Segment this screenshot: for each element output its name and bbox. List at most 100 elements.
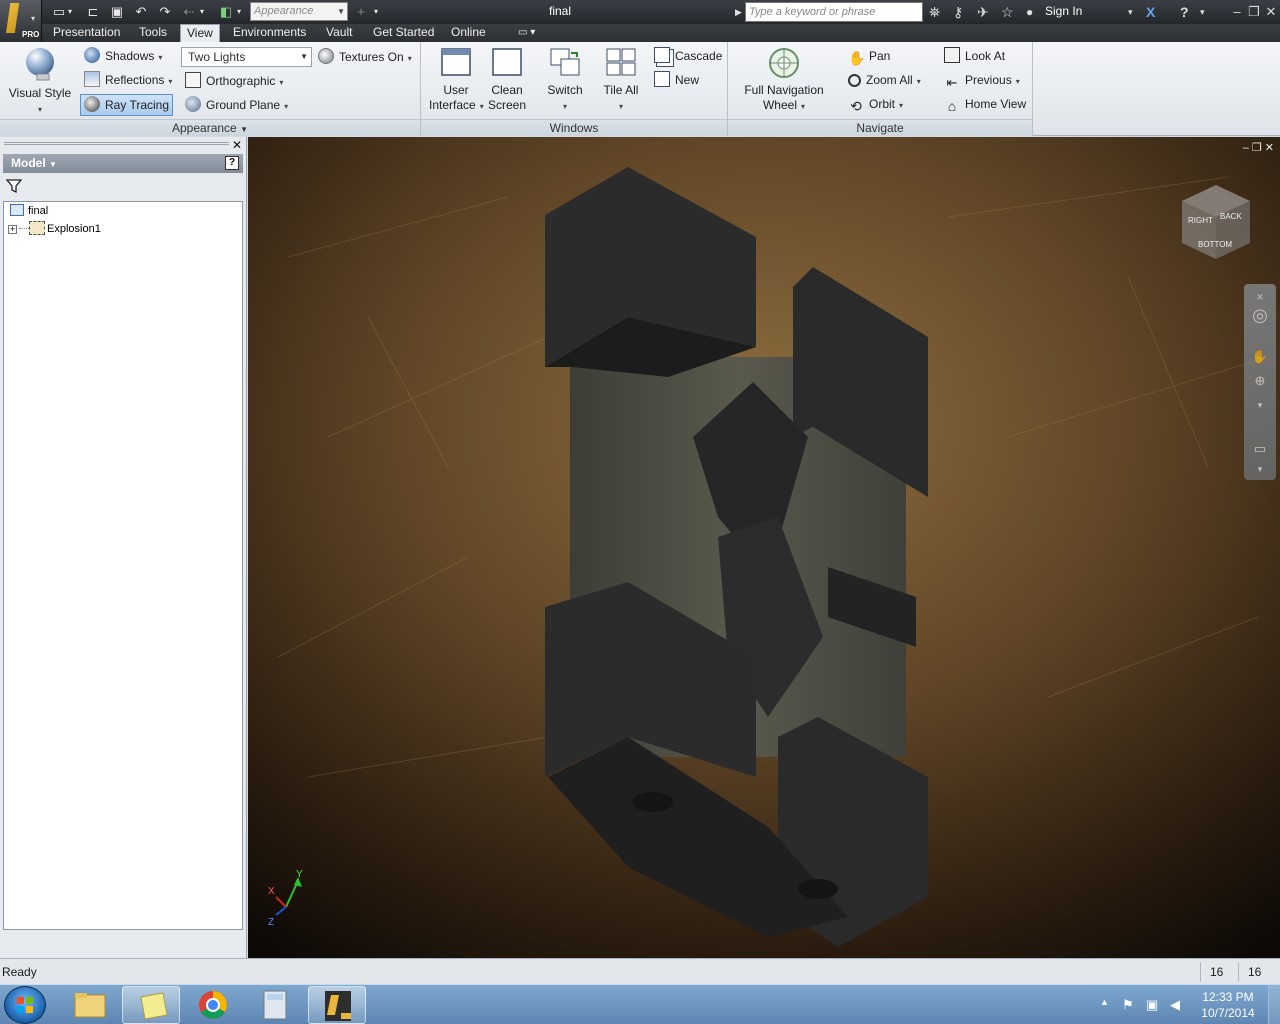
taskbar-explorer[interactable] [60,986,118,1024]
plus-icon[interactable]: + [352,3,370,21]
chevron-down-icon[interactable]: ▾ [68,3,72,21]
search-input[interactable]: Type a keyword or phrase [745,2,923,22]
exchange-apps-icon[interactable]: X [1146,3,1155,21]
expand-plus-icon[interactable]: + [8,225,17,234]
taskbar-sticky-notes[interactable] [122,986,180,1024]
full-navigation-wheel-button[interactable]: Full Navigation Wheel ▾ [736,47,832,114]
restore-icon[interactable]: ❐ [1247,3,1261,21]
chevron-down-icon[interactable]: ▾ [200,3,204,21]
binoculars-icon[interactable]: ⛯ [929,3,940,21]
visual-style-button[interactable]: Visual Style ▾ [6,46,74,117]
tile-all-icon [606,48,636,76]
show-desktop-button[interactable] [1268,985,1280,1024]
steering-wheel-icon[interactable]: ◎ [1251,306,1269,324]
help-icon[interactable]: ? [1180,3,1189,21]
user-interface-button[interactable]: User Interface ▾ [429,47,484,114]
start-button[interactable] [4,986,46,1024]
undo-icon[interactable]: ↶ [132,3,150,21]
tab-environments[interactable]: Environments [227,24,312,42]
taskbar-calculator[interactable] [246,986,304,1024]
textures-label: Textures On [339,50,404,64]
orthographic-button[interactable]: Orthographic ▾ [185,72,283,92]
reflections-icon [84,71,100,87]
model-browser-header[interactable]: Model ▼ ? [3,154,243,173]
filter-icon[interactable] [6,179,22,193]
zoom-icon[interactable]: ⊕ [1251,372,1269,390]
action-center-flag-icon[interactable]: ⚑ [1122,997,1134,1013]
navbar-close-icon[interactable]: ✕ [1251,288,1269,306]
tab-presentation[interactable]: Presentation [47,24,126,42]
chevron-down-icon[interactable]: ▾ [1128,3,1133,21]
switch-window-button[interactable]: Switch ▾ [543,47,587,114]
look-at-button[interactable]: Look At [944,47,1005,65]
folder-icon [74,993,106,1018]
previous-view-button[interactable]: ⇤ Previous ▾ [944,71,1020,91]
ray-tracing-button[interactable]: Ray Tracing [80,94,174,116]
chevron-down-icon[interactable]: ▾ [1251,396,1269,414]
appearance-dropdown[interactable]: Appearance ▼ [250,2,348,21]
taskbar-clock[interactable]: 12:33 PM 10/7/2014 [1195,989,1261,1021]
new-file-icon[interactable]: ▭ [50,3,68,21]
close-icon[interactable]: ✕ [1264,3,1278,21]
customize-qat-icon[interactable]: ▾ [374,3,378,21]
minimize-icon[interactable]: – [1230,3,1244,21]
chevron-down-icon: ▾ [618,102,623,111]
new-window-button[interactable]: New [654,71,699,89]
pan-hand-icon[interactable]: ✋ [1251,348,1269,366]
home-view-button[interactable]: ⌂ Home View [944,95,1026,114]
look-at-icon[interactable]: ▭ [1251,440,1269,458]
orbit-icon: ⟲ [850,98,862,114]
tile-all-button[interactable]: Tile All ▾ [599,47,643,114]
network-icon[interactable]: ▣ [1146,997,1158,1013]
save-icon[interactable]: ▣ [108,3,126,21]
taskbar-chrome[interactable] [184,986,242,1024]
tree-node-explosion[interactable]: + Explosion1 [8,221,101,237]
zoom-all-button[interactable]: Zoom All ▾ [848,71,921,91]
user-interface-label-2: Interface [429,98,476,112]
tab-view[interactable]: View [180,24,220,43]
browser-grip[interactable] [4,142,229,145]
x-axis-line [275,896,287,908]
appearance-panel-label[interactable]: Appearance ▼ [0,119,420,136]
tray-expand-icon[interactable]: ▲ [1100,997,1109,1007]
chevron-down-icon[interactable]: ▾ [237,3,241,21]
tab-get-started[interactable]: Get Started [367,24,440,42]
volume-muted-icon[interactable]: ◀ [1170,997,1180,1013]
textures-button[interactable]: Textures On ▾ [318,48,412,68]
chevron-down-icon: ▾ [562,102,567,111]
chevron-right-icon[interactable]: ▶ [735,3,742,21]
lighting-style-dropdown[interactable]: Two Lights ▼ [181,47,312,67]
tree-node-root[interactable]: final [10,203,48,219]
close-icon[interactable]: ✕ [232,138,242,152]
browser-help-button[interactable]: ? [225,156,239,170]
tab-vault[interactable]: Vault [320,24,358,42]
graphics-viewport[interactable]: – ❐ ✕ RIGHT BACK BOTTOM ✕ ◎ ✋ ⊕ ▾ ▭ ▾ Y … [248,137,1280,958]
switch-window-label: Switch [547,83,583,97]
pan-button[interactable]: ✋ Pan [848,47,890,66]
application-menu-button[interactable]: PRO ▾ [0,0,42,42]
update-icon[interactable]: ◧ [217,3,235,21]
shadows-button[interactable]: Shadows ▾ [84,47,162,67]
sign-in-button[interactable]: Sign In [1045,4,1082,18]
favorites-star-icon[interactable]: ☆ [1001,3,1014,21]
communication-center-icon[interactable]: ✈ [977,3,989,21]
clean-screen-button[interactable]: Clean Screen [485,47,529,113]
open-folder-icon[interactable]: ⊏ [84,3,102,21]
reflections-button[interactable]: Reflections ▾ [84,71,172,91]
orbit-button[interactable]: ⟲ Orbit ▾ [848,95,903,115]
chevron-down-icon[interactable]: ▾ [1200,3,1205,21]
clean-screen-icon [492,48,522,76]
ribbon-display-toggle-icon[interactable]: ▭ ▾ [512,24,541,42]
taskbar-inventor[interactable] [308,986,366,1024]
return-icon[interactable]: ⇠ [180,3,198,21]
viewcube[interactable]: RIGHT BACK BOTTOM [1178,181,1254,263]
viewport-window-controls[interactable]: – ❐ ✕ [1243,141,1274,154]
tab-tools[interactable]: Tools [133,24,173,42]
redo-icon[interactable]: ↷ [156,3,174,21]
ground-plane-button[interactable]: Ground Plane ▾ [185,96,288,116]
cascade-button[interactable]: Cascade [654,47,722,65]
tab-online[interactable]: Online [445,24,492,42]
chevron-down-icon[interactable]: ▾ [1251,460,1269,478]
subscription-icon[interactable]: ⚷ [953,3,963,21]
lighting-style-value: Two Lights [188,50,246,64]
